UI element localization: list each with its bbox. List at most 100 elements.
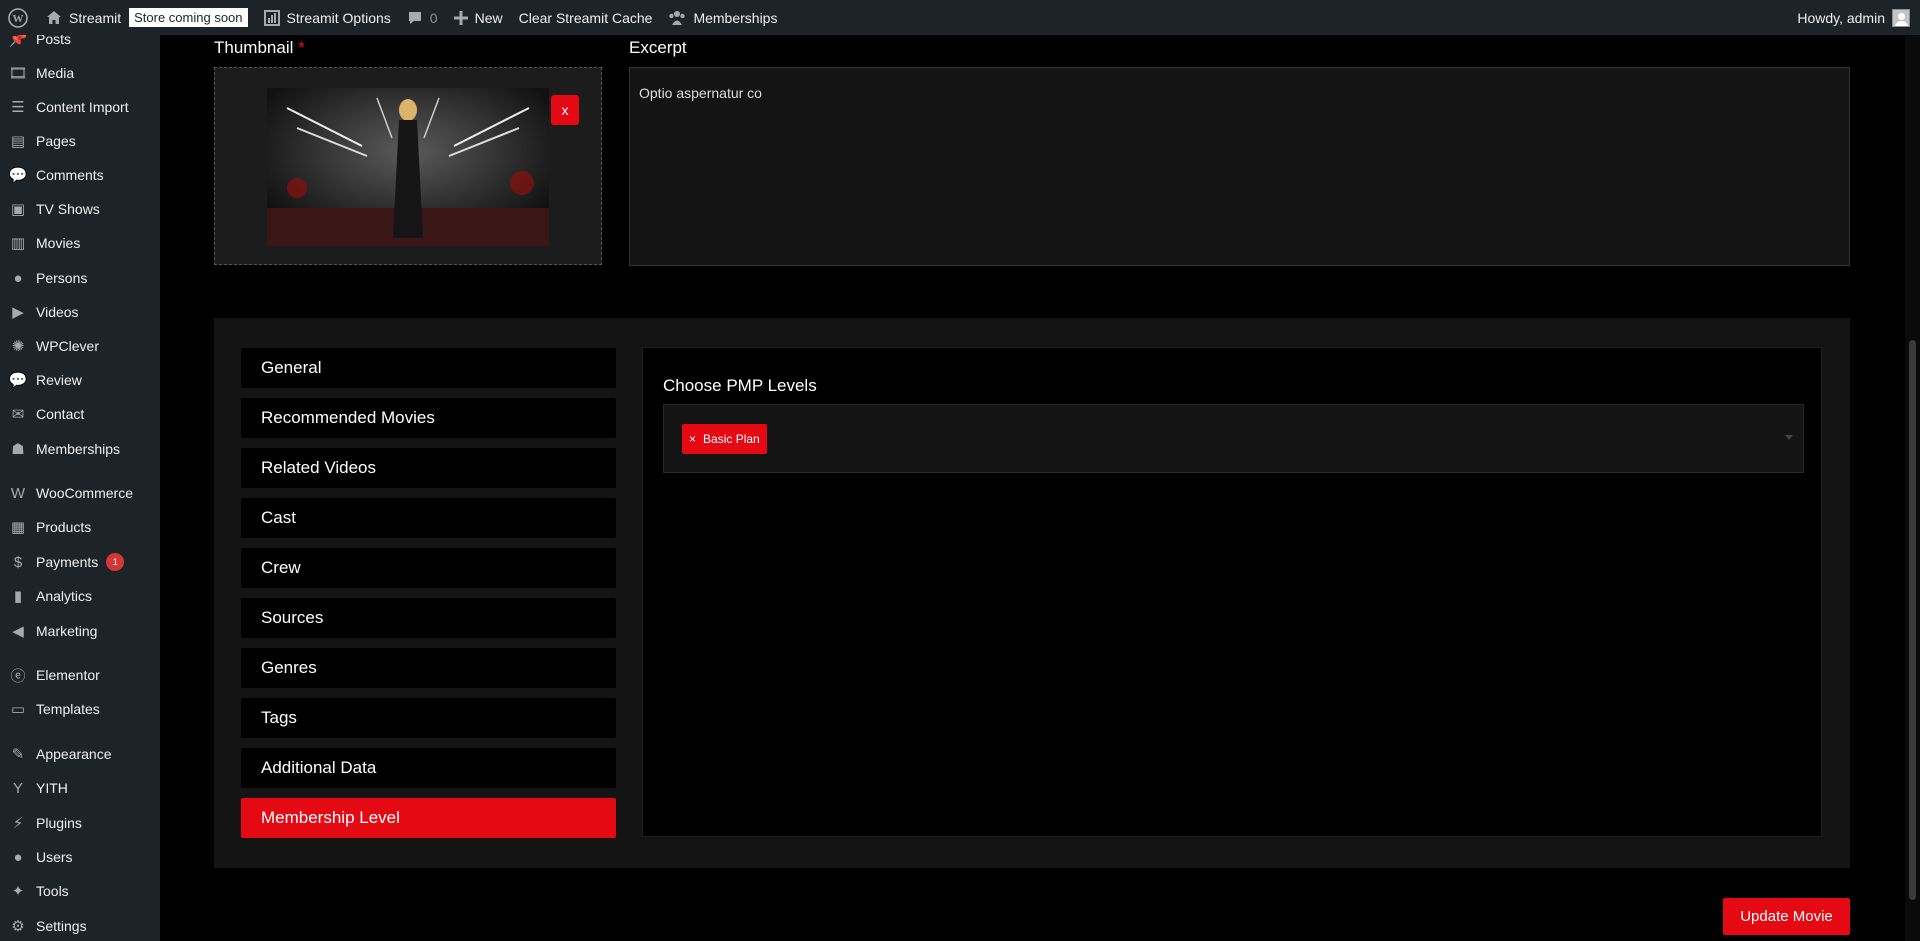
thumbnail-dropzone[interactable]: x [214,67,602,265]
sidebar-item-settings[interactable]: ⚙ Settings [0,909,160,941]
groups-icon: ☗ [11,441,25,458]
tab-genres[interactable]: Genres [241,648,616,688]
sidebar-item-media[interactable]: 🎞 Media [0,56,160,90]
tab-membership-level[interactable]: Membership Level [241,798,616,838]
sidebar-item-marketing[interactable]: ◀ Marketing [0,614,160,648]
sidebar-item-elementor[interactable]: ⓔ Elementor [0,658,160,692]
sidebar-item-users[interactable]: ● Users [0,840,160,874]
sidebar-item-comments[interactable]: 💬 Comments [0,158,160,192]
sidebar-item-posts[interactable]: 📌 Posts [0,35,160,56]
tab-additional-data[interactable]: Additional Data [241,748,616,788]
sidebar-item-persons[interactable]: ● Persons [0,261,160,295]
sidebar-item-woocommerce[interactable]: W WooCommerce [0,476,160,510]
excerpt-label: Excerpt [629,38,687,57]
sidebar-item-label: Analytics [36,588,93,604]
admin-bar: W Streamit Store coming soon Streamit Op… [0,0,1920,35]
sidebar-item-appearance[interactable]: ✎ Appearance [0,737,160,771]
sidebar-item-label: Plugins [36,815,82,831]
remove-thumbnail-button[interactable]: x [551,95,579,125]
sidebar-item-contact[interactable]: ✉ Contact [0,397,160,431]
clear-cache-label: Clear Streamit Cache [518,9,653,26]
dashboard-icon [263,9,280,26]
sidebar-item-yith[interactable]: Y YITH [0,771,160,805]
comment-icon: 💬 [8,167,28,184]
new-label: New [474,9,503,26]
comment-icon: 💬 [8,372,28,389]
chart-bar-icon: ▮ [13,588,23,605]
new-content-link[interactable]: New [446,0,511,35]
memberships-link[interactable]: Memberships [660,0,785,35]
tab-sources[interactable]: Sources [241,598,616,638]
tab-cast[interactable]: Cast [241,498,616,538]
sidebar-item-tools[interactable]: ✦ Tools [0,874,160,908]
remove-level-icon[interactable]: × [689,432,696,446]
sidebar-item-wpclever[interactable]: ✺ WPClever [0,329,160,363]
wrench-icon: ✦ [11,883,25,900]
elementor-icon: ⓔ [10,667,26,685]
sidebar-item-memberships[interactable]: ☗ Memberships [0,432,160,466]
sidebar-item-label: Products [36,519,92,535]
home-icon [47,10,61,24]
avatar [1892,8,1910,27]
thumbnail-label: Thumbnail * [214,38,305,58]
person-icon: ● [13,848,23,866]
clear-cache-link[interactable]: Clear Streamit Cache [511,0,661,35]
sidebar-item-products[interactable]: ▦ Products [0,510,160,544]
excerpt-textarea[interactable] [629,67,1850,266]
thumbnail-image [267,88,549,246]
my-account-link[interactable]: Howdy, admin [1797,8,1920,27]
chevron-down-icon[interactable] [1785,435,1793,440]
comments-count: 0 [429,9,438,26]
page-scrollbar[interactable] [1905,35,1920,941]
sidebar-item-templates[interactable]: ▭ Templates [0,692,160,726]
sidebar-item-label: Persons [36,270,88,286]
sidebar-item-content-import[interactable]: ☰ Content Import [0,90,160,124]
tab-tags[interactable]: Tags [241,698,616,738]
tv-icon: ▣ [10,201,26,218]
sidebar-item-analytics[interactable]: ▮ Analytics [0,579,160,613]
sidebar-item-review[interactable]: 💬 Review [0,363,160,397]
plug-icon: ⚡ [12,815,24,832]
selected-level-label: Basic Plan [703,432,760,446]
pmp-levels-label: Choose PMP Levels [663,376,817,395]
wordpress-logo-button[interactable]: W [0,0,38,35]
store-status-badge[interactable]: Store coming soon [129,8,248,27]
sidebar-item-label: Templates [36,701,100,717]
brush-icon: ✎ [11,746,25,763]
sidebar-item-label: Videos [36,304,79,320]
sidebar-item-label: WooCommerce [36,485,133,501]
tab-related-videos[interactable]: Related Videos [241,448,616,488]
update-movie-button[interactable]: Update Movie [1723,898,1850,935]
tab-crew[interactable]: Crew [241,548,616,588]
sidebar-item-payments[interactable]: $ Payments 1 [0,545,160,579]
video-icon: ▶ [12,304,24,321]
sidebar-item-label: Settings [36,918,87,934]
groups-icon [669,10,686,25]
person-icon: ● [13,269,23,287]
comments-link[interactable]: 0 [399,0,446,35]
pin-icon: 📌 [8,35,28,48]
sidebar-item-label: Media [36,65,75,81]
sidebar-item-videos[interactable]: ▶ Videos [0,295,160,329]
thumbnail-label-text: Thumbnail [214,38,294,57]
streamit-options-link[interactable]: Streamit Options [256,0,399,35]
sidebar-item-pages[interactable]: ▤ Pages [0,124,160,158]
folder-icon: ▭ [10,701,26,718]
comment-icon [408,11,421,24]
tab-recommended-movies[interactable]: Recommended Movies [241,398,616,438]
streamit-options-label: Streamit Options [286,9,391,26]
movie-settings-panel: General Recommended Movies Related Videos C… [214,318,1850,868]
pmp-levels-select[interactable]: × Basic Plan [663,404,1804,473]
tab-general[interactable]: General [241,348,616,388]
sidebar-item-plugins[interactable]: ⚡ Plugins [0,806,160,840]
mail-icon: ✉ [11,406,25,423]
sidebar-item-tv-shows[interactable]: ▣ TV Shows [0,192,160,226]
settings-icon: ⚙ [11,918,25,935]
sidebar-item-label: YITH [36,780,68,796]
scrollbar-thumb[interactable] [1909,340,1916,900]
sidebar-item-movies[interactable]: ▥ Movies [0,226,160,260]
sidebar-item-label: TV Shows [36,201,100,217]
site-name-link[interactable]: Streamit Store coming soon [38,0,256,35]
memberships-label: Memberships [693,9,778,26]
sidebar-item-label: Comments [36,167,104,183]
